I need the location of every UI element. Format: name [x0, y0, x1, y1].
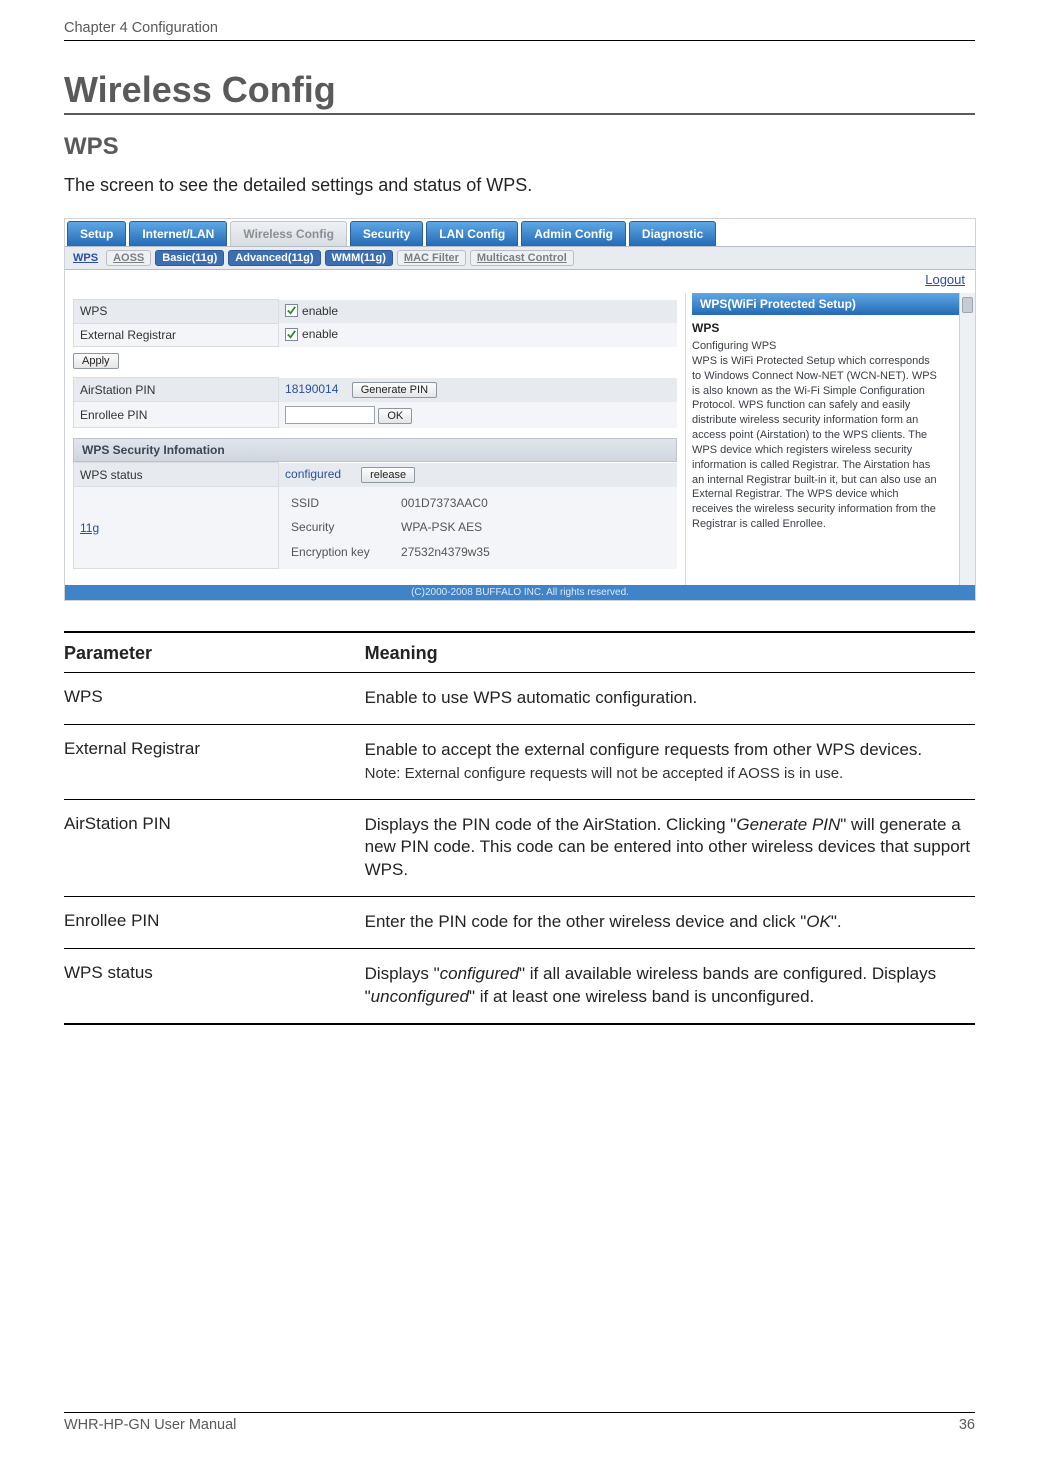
row-wps-status-label: WPS status [74, 463, 279, 487]
tab-wireless-config[interactable]: Wireless Config [230, 221, 347, 246]
h1-underline [64, 113, 975, 115]
help-subhead-configuring: Configuring WPS [692, 339, 957, 354]
pm-head-meaning: Meaning [365, 632, 975, 673]
table-row: External RegistrarEnable to accept the e… [64, 725, 975, 799]
ok-button[interactable]: OK [378, 408, 412, 424]
external-registrar-checkbox[interactable]: enable [285, 327, 338, 341]
help-body-text: WPS is WiFi Protected Setup which corres… [692, 354, 957, 532]
apply-button[interactable]: Apply [73, 353, 119, 369]
pm-param: WPS [64, 673, 365, 725]
pm-note: Note: External configure requests will n… [365, 764, 975, 784]
table-row: WPS statusDisplays "configured" if all a… [64, 949, 975, 1024]
row-enrollee-pin-label: Enrollee PIN [74, 402, 279, 428]
row-wps-label: WPS [74, 300, 279, 324]
table-row: WPSEnable to use WPS automatic configura… [64, 673, 975, 725]
ssid-label: SSID [285, 491, 395, 516]
subtab-wmm[interactable]: WMM(11g) [325, 250, 393, 266]
pm-meaning: Displays "configured" if all available w… [365, 949, 975, 1024]
chapter-label: Chapter 4 Configuration [64, 20, 218, 36]
pm-param: Enrollee PIN [64, 897, 365, 949]
pm-meaning: Enable to use WPS automatic configuratio… [365, 673, 975, 725]
row-external-registrar-label: External Registrar [74, 323, 279, 347]
subtab-advanced[interactable]: Advanced(11g) [228, 250, 320, 266]
table-row: Enrollee PINEnter the PIN code for the o… [64, 897, 975, 949]
pm-param: WPS status [64, 949, 365, 1024]
subtab-aoss[interactable]: AOSS [106, 250, 151, 266]
subtab-wps[interactable]: WPS [69, 251, 102, 265]
wps-enable-label: enable [302, 304, 338, 318]
intro-text: The screen to see the detailed settings … [64, 175, 975, 196]
pm-param: AirStation PIN [64, 799, 365, 897]
encryption-key-value: 27532n4379w35 [395, 540, 496, 565]
row-airstation-pin-label: AirStation PIN [74, 378, 279, 402]
parameter-meaning-table: Parameter Meaning WPSEnable to use WPS a… [64, 631, 975, 1025]
pm-meaning: Displays the PIN code of the AirStation.… [365, 799, 975, 897]
pm-meaning: Enter the PIN code for the other wireles… [365, 897, 975, 949]
primary-tabs: Setup Internet/LAN Wireless Config Secur… [65, 219, 975, 246]
checkbox-checked-icon [285, 304, 298, 317]
help-subhead-wps: WPS [692, 321, 957, 335]
tab-lan-config[interactable]: LAN Config [426, 221, 518, 246]
pm-param: External Registrar [64, 725, 365, 799]
footer-page-number: 36 [959, 1417, 975, 1433]
header-rule [64, 40, 975, 41]
security-label: Security [285, 515, 395, 540]
subtab-macfilter[interactable]: MAC Filter [397, 250, 466, 266]
help-panel-title: WPS(WiFi Protected Setup) [692, 293, 973, 315]
tab-admin-config[interactable]: Admin Config [521, 221, 626, 246]
ssid-value: 001D7373AAC0 [395, 491, 496, 516]
copyright-bar: (C)2000-2008 BUFFALO INC. All rights res… [65, 585, 975, 600]
subtab-multicast[interactable]: Multicast Control [470, 250, 574, 266]
footer-manual-name: WHR-HP-GN User Manual [64, 1417, 236, 1433]
scroll-thumb[interactable] [962, 297, 973, 313]
external-registrar-enable-label: enable [302, 327, 338, 341]
wps-security-info-header: WPS Security Infomation [73, 438, 677, 462]
tab-internet-lan[interactable]: Internet/LAN [129, 221, 227, 246]
release-button[interactable]: release [361, 467, 415, 483]
pm-head-parameter: Parameter [64, 632, 365, 673]
band-11g-link[interactable]: 11g [80, 521, 99, 535]
page-title-h1: Wireless Config [64, 69, 975, 111]
generate-pin-button[interactable]: Generate PIN [352, 382, 437, 398]
wps-status-value: configured [285, 467, 341, 481]
help-scrollbar[interactable] [959, 293, 975, 585]
table-row: AirStation PINDisplays the PIN code of t… [64, 799, 975, 897]
security-value: WPA-PSK AES [395, 515, 496, 540]
logout-link[interactable]: Logout [925, 272, 965, 287]
encryption-key-label: Encryption key [285, 540, 395, 565]
tab-security[interactable]: Security [350, 221, 423, 246]
secondary-tabs: WPS AOSS Basic(11g) Advanced(11g) WMM(11… [65, 246, 975, 270]
subtab-basic[interactable]: Basic(11g) [155, 250, 224, 266]
page-title-h2: WPS [64, 133, 975, 161]
tab-diagnostic[interactable]: Diagnostic [629, 221, 716, 246]
checkbox-checked-icon [285, 328, 298, 341]
tab-setup[interactable]: Setup [67, 221, 126, 246]
pm-meaning: Enable to accept the external configure … [365, 725, 975, 799]
wps-enable-checkbox[interactable]: enable [285, 304, 338, 318]
embedded-screenshot: Setup Internet/LAN Wireless Config Secur… [64, 218, 976, 601]
enrollee-pin-input[interactable] [285, 406, 375, 424]
airstation-pin-value: 18190014 [285, 382, 338, 396]
